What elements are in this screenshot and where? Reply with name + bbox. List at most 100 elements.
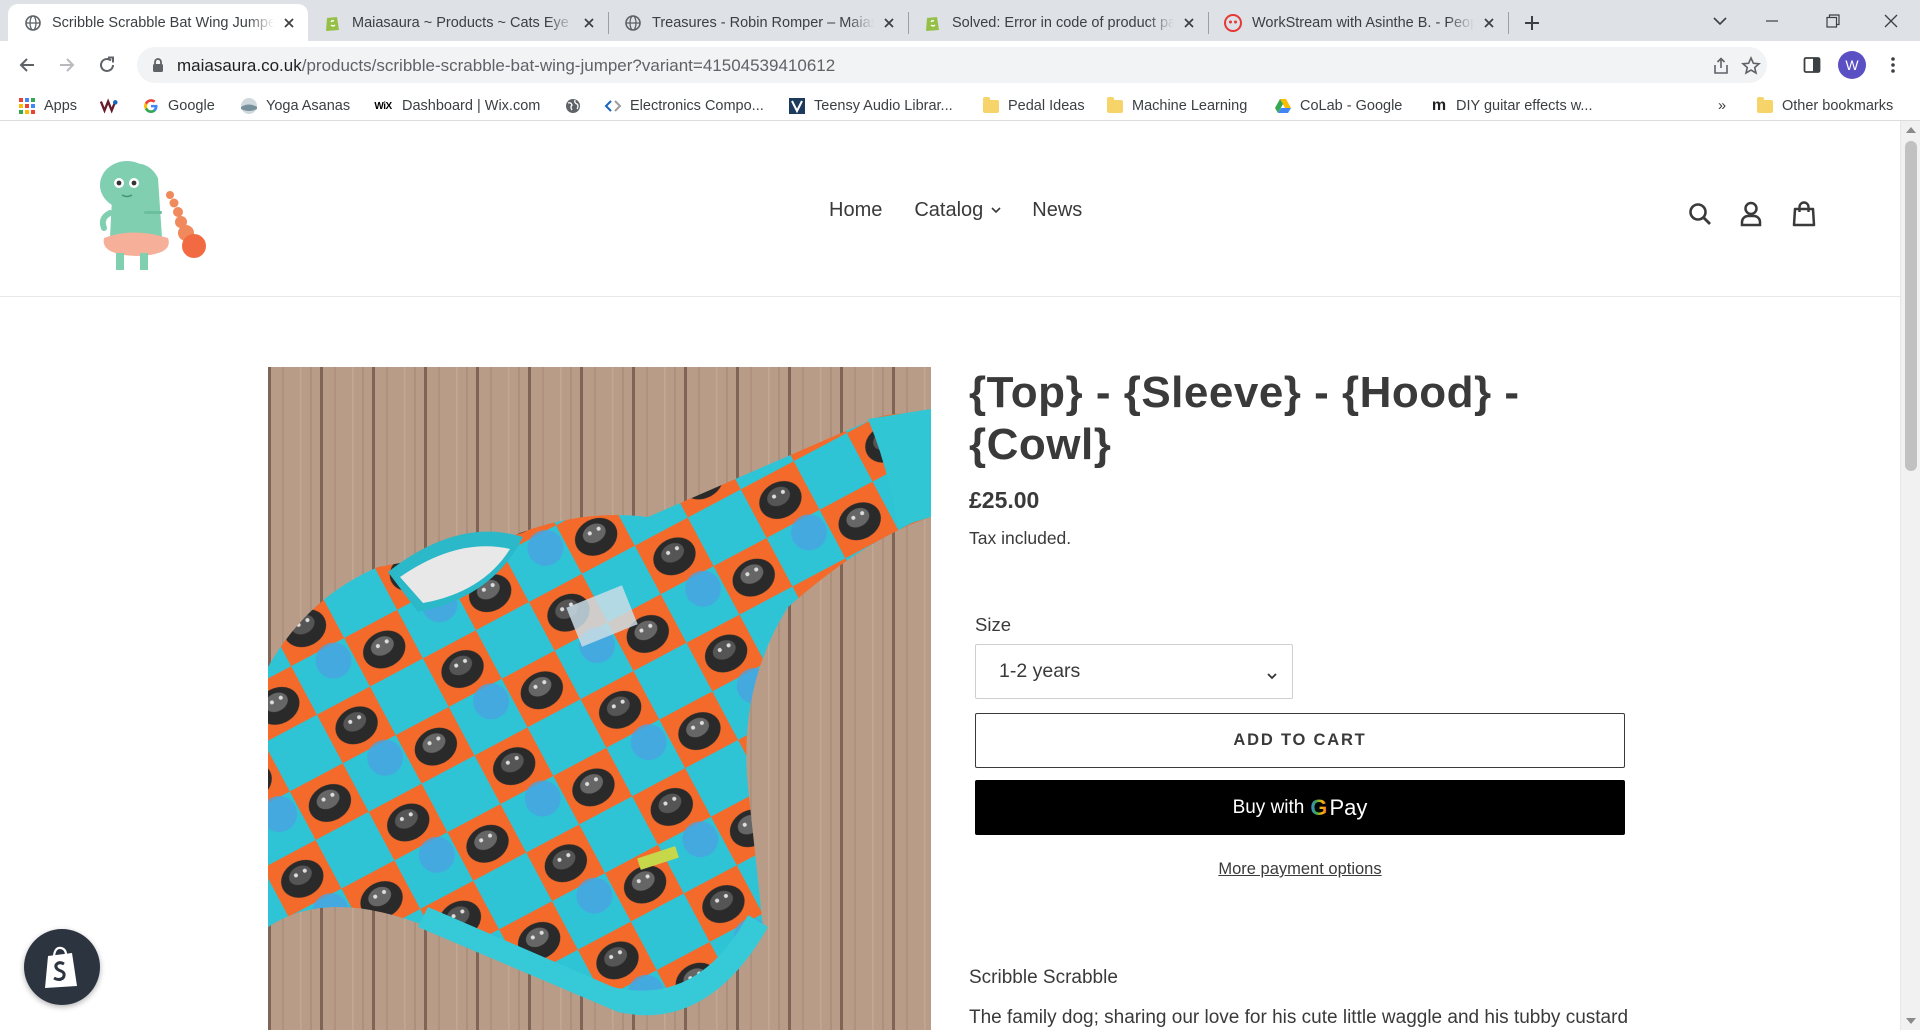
product-image[interactable] [268, 367, 931, 1030]
product-title: {Top} - {Sleeve} - {Hood} - {Cowl} [969, 368, 1520, 469]
bookmark-label: DIY guitar effects w... [1456, 98, 1593, 114]
google-g-icon: G [1310, 794, 1328, 820]
main-navigation: Home Catalog News [829, 199, 1082, 222]
bookmark-label: Pedal Ideas [1008, 98, 1085, 114]
workstream-icon [1224, 13, 1242, 32]
forward-icon[interactable] [51, 49, 83, 81]
scroll-down-arrow[interactable] [1906, 1018, 1916, 1024]
tab-separator [1508, 12, 1509, 34]
tab-scribble-scrabble[interactable]: Scribble Scrabble Bat Wing Jumper [8, 4, 308, 41]
globe-icon [624, 14, 642, 32]
shopify-chat-badge[interactable] [24, 929, 100, 1005]
bookmark-label: Machine Learning [1132, 98, 1248, 114]
restore-icon[interactable] [1808, 0, 1858, 41]
tab-treasures-robin-romper[interactable]: Treasures - Robin Romper – Maiasaura [608, 4, 908, 41]
add-to-cart-button[interactable]: ADD TO CART [975, 713, 1625, 768]
bookmark-pedal-ideas[interactable]: Pedal Ideas [982, 95, 1085, 117]
tab-title: Treasures - Robin Romper – Maiasaura [652, 14, 874, 31]
tab-solved-error[interactable]: Solved: Error in code of product page [908, 4, 1208, 41]
scroll-up-arrow[interactable] [1906, 127, 1916, 133]
more-menu-icon[interactable] [1879, 51, 1907, 79]
other-bookmarks[interactable]: Other bookmarks [1756, 95, 1893, 117]
bookmark-google[interactable]: Google [142, 95, 215, 117]
shopify-icon [924, 14, 942, 32]
folder-icon [982, 96, 1000, 115]
bookmark-yoga-asanas[interactable]: Yoga Asanas [240, 95, 350, 117]
bookmark-label: Other bookmarks [1782, 98, 1894, 114]
tab-title: WorkStream with Asinthe B. - Peopleperho… [1252, 14, 1474, 31]
bookmark-globe[interactable] [564, 95, 590, 117]
page-scrollbar[interactable] [1900, 121, 1920, 1030]
bookmark-label: Dashboard | Wix.com [402, 98, 541, 114]
bookmark-label: Google [168, 98, 215, 114]
close-window-icon[interactable] [1866, 0, 1916, 41]
bookmarks-overflow-button[interactable]: » [1718, 95, 1726, 117]
globe-icon [564, 97, 582, 115]
side-panel-icon[interactable] [1798, 51, 1826, 79]
bookmark-logo-icon [100, 97, 118, 115]
nav-news[interactable]: News [1032, 199, 1082, 222]
wix-icon: WiX [374, 100, 392, 112]
star-bookmark-icon[interactable] [1740, 55, 1762, 77]
drive-icon [1274, 97, 1292, 115]
profile-avatar[interactable]: W [1838, 51, 1866, 79]
description-title: Scribble Scrabble [969, 967, 1118, 988]
size-label: Size [975, 614, 1011, 635]
bookmark-label: Electronics Compo... [630, 98, 764, 114]
tab-maiasaura-products[interactable]: Maiasaura ~ Products ~ Cats Eye [308, 4, 608, 41]
maiasaura-logo[interactable] [82, 143, 212, 273]
reload-icon[interactable] [91, 49, 123, 81]
minimize-icon[interactable] [1747, 0, 1797, 41]
back-icon[interactable] [11, 49, 43, 81]
bookmark-apps[interactable]: Apps [18, 95, 77, 117]
url-path: /products/scribble-scrabble-bat-wing-jum… [301, 56, 836, 75]
shopify-bag-icon [45, 946, 77, 988]
tab-search-dropdown-icon[interactable] [1695, 0, 1745, 41]
bookmark-wix-dashboard[interactable]: WiX Dashboard | Wix.com [372, 95, 540, 117]
close-tab-icon[interactable] [1180, 14, 1198, 32]
size-selected-value: 1-2 years [999, 660, 1081, 682]
bookmark-machine-learning[interactable]: Machine Learning [1106, 95, 1247, 117]
tab-workstream[interactable]: WorkStream with Asinthe B. - Peopleperho… [1208, 4, 1508, 41]
code-icon [604, 97, 622, 115]
bookmark-diy-guitar[interactable]: m DIY guitar effects w... [1430, 95, 1593, 117]
google-pay-button[interactable]: Buy with G Pay [975, 780, 1625, 835]
close-tab-icon[interactable] [280, 14, 298, 32]
tab-title: Maiasaura ~ Products ~ Cats Eye [352, 14, 569, 31]
close-tab-icon[interactable] [580, 14, 598, 32]
nav-catalog[interactable]: Catalog [914, 199, 1001, 222]
chevron-down-icon [1266, 665, 1278, 688]
description-text: The family dog; sharing our love for his… [969, 1007, 1629, 1028]
share-icon[interactable] [1710, 55, 1732, 77]
address-bar[interactable]: maiasaura.co.uk/products/scribble-scrabb… [137, 47, 1767, 83]
bookmarks-bar: Apps Google Yoga Asanas WiX Dashboard | … [0, 89, 1920, 121]
web-page: Home Catalog News {Top} - {Sleeve} - {Ho… [0, 121, 1900, 1030]
url-host: maiasaura.co.uk [177, 56, 302, 75]
pay-label: Pay [1329, 794, 1368, 820]
bookmark-logo[interactable] [100, 95, 126, 117]
yoga-icon [240, 97, 258, 115]
lock-icon[interactable] [151, 57, 165, 78]
close-tab-icon[interactable] [1480, 14, 1498, 32]
scrollbar-thumb[interactable] [1905, 141, 1917, 471]
close-tab-icon[interactable] [880, 14, 898, 32]
bookmark-teensy-audio[interactable]: Teensy Audio Librar... [788, 95, 953, 117]
more-payment-options-link[interactable]: More payment options [975, 860, 1625, 879]
product-info: {Top} - {Sleeve} - {Hood} - {Cowl} £25.0… [969, 367, 1628, 1028]
shopify-icon [324, 14, 342, 32]
search-icon[interactable] [1683, 197, 1717, 231]
nav-home[interactable]: Home [829, 199, 882, 222]
tab-title: Solved: Error in code of product page [952, 14, 1174, 31]
bookmark-colab[interactable]: CoLab - Google [1274, 95, 1402, 117]
size-select[interactable]: 1-2 years [975, 644, 1293, 699]
account-icon[interactable] [1734, 197, 1768, 231]
globe-icon [24, 14, 42, 32]
cart-icon[interactable] [1787, 197, 1821, 231]
site-header: Home Catalog News [0, 121, 1900, 297]
bookmark-label: Apps [44, 98, 78, 114]
nav-catalog-label: Catalog [914, 199, 984, 221]
bookmark-label: Yoga Asanas [266, 98, 351, 114]
bookmark-electronics[interactable]: Electronics Compo... [604, 95, 764, 117]
new-tab-button[interactable] [1518, 9, 1546, 37]
bookmark-label: Teensy Audio Librar... [814, 98, 953, 114]
